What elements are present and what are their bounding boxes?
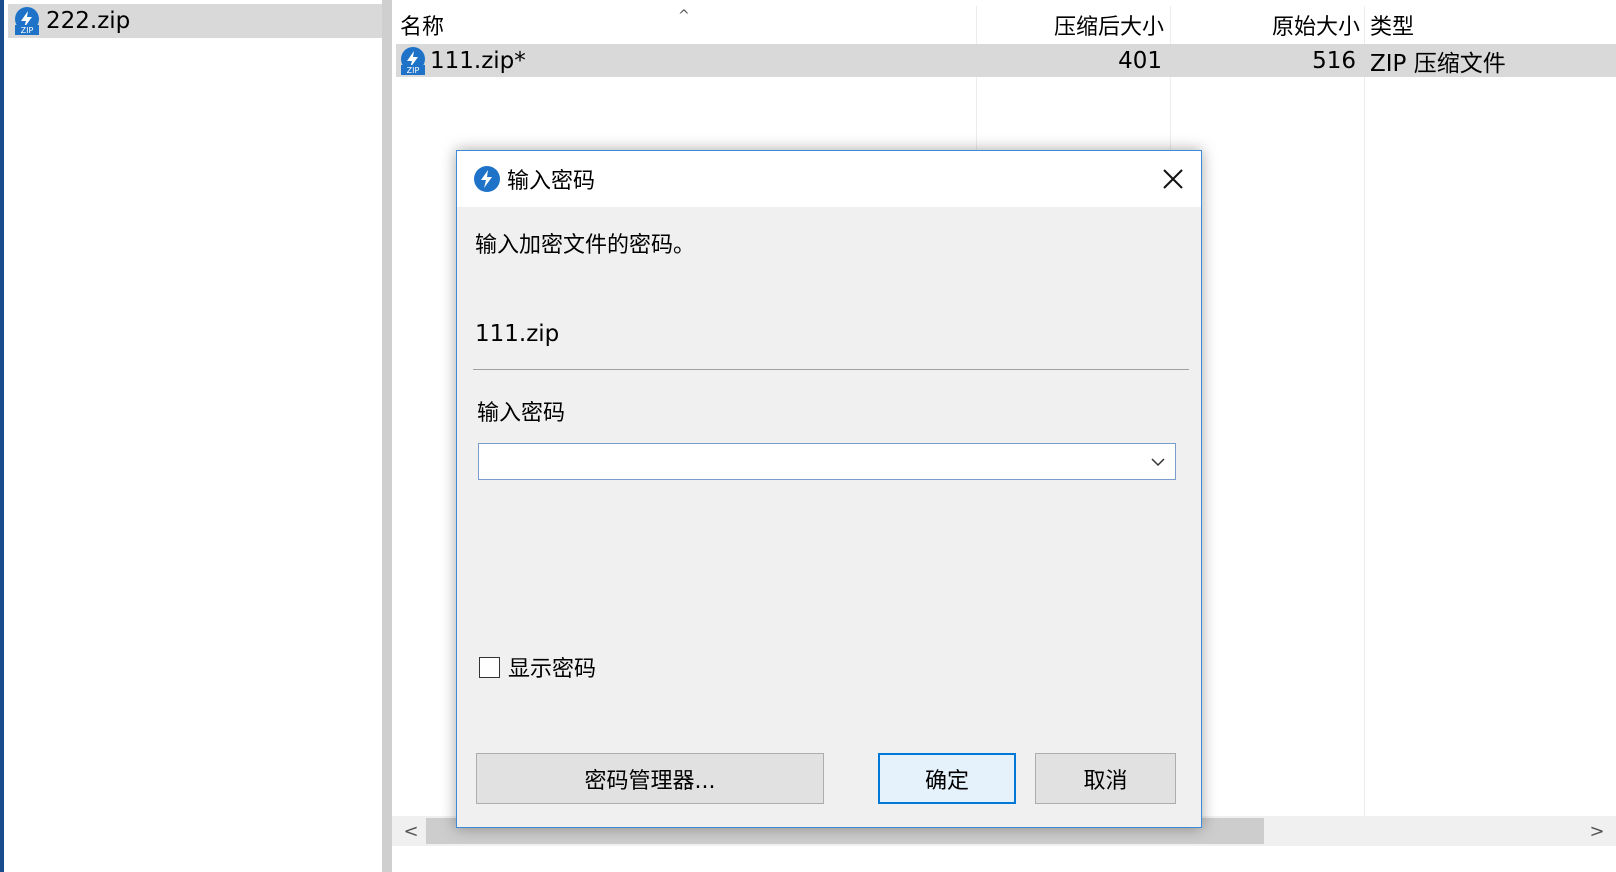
password-field-label: 输入密码 xyxy=(477,401,566,426)
dialog-titlebar[interactable]: 输入密码 xyxy=(457,151,1201,207)
column-header-compressed-size[interactable]: 压缩后大小 xyxy=(976,6,1164,44)
password-dialog: 输入密码 输入加密文件的密码。 111.zip 输入密码 显示密码 密码管理器.… xyxy=(456,150,1202,828)
show-password-label: 显示密码 xyxy=(508,657,597,682)
cancel-button[interactable]: 取消 xyxy=(1035,753,1176,804)
column-header-name[interactable]: 名称 xyxy=(400,6,444,44)
column-header-type[interactable]: 类型 xyxy=(1370,6,1414,44)
scroll-left-arrow-icon[interactable]: < xyxy=(396,816,426,846)
archive-tree-pane: ZIP 222.zip xyxy=(4,0,382,872)
tree-item-archive[interactable]: ZIP 222.zip xyxy=(8,4,382,38)
file-type: ZIP 压缩文件 xyxy=(1370,50,1506,77)
ok-button[interactable]: 确定 xyxy=(878,753,1016,804)
divider xyxy=(473,369,1189,370)
tree-item-label: 222.zip xyxy=(46,8,131,34)
file-compressed-size: 401 xyxy=(1118,47,1162,74)
chevron-down-icon[interactable] xyxy=(1145,448,1171,476)
show-password-option[interactable]: 显示密码 xyxy=(479,651,596,683)
close-icon[interactable] xyxy=(1149,155,1197,203)
list-header: 名称 ^ 压缩后大小 原始大小 类型 xyxy=(392,6,1616,44)
dialog-prompt: 输入加密文件的密码。 xyxy=(475,233,696,258)
password-input[interactable] xyxy=(485,448,1129,477)
svg-text:ZIP: ZIP xyxy=(407,66,420,75)
file-name-cell: ZIP 111.zip* xyxy=(396,44,526,77)
column-header-original-size[interactable]: 原始大小 xyxy=(1170,6,1360,44)
sort-ascending-icon: ^ xyxy=(678,8,690,24)
password-combobox[interactable] xyxy=(478,443,1176,480)
bandizip-app-icon xyxy=(473,165,501,193)
svg-text:ZIP: ZIP xyxy=(21,26,34,35)
zip-file-icon: ZIP xyxy=(12,6,42,36)
dialog-title: 输入密码 xyxy=(507,169,596,194)
zip-file-icon: ZIP xyxy=(398,46,428,76)
column-separator xyxy=(1364,6,1365,816)
encrypted-file-name: 111.zip xyxy=(475,321,560,347)
file-name: 111.zip* xyxy=(430,47,526,74)
password-manager-button[interactable]: 密码管理器... xyxy=(476,753,824,804)
scroll-right-arrow-icon[interactable]: > xyxy=(1582,816,1612,846)
pane-splitter[interactable] xyxy=(382,0,392,872)
file-original-size: 516 xyxy=(1312,47,1356,74)
status-strip xyxy=(392,846,1616,872)
file-row[interactable]: ZIP 111.zip* 401 516 ZIP 压缩文件 xyxy=(396,44,1616,77)
show-password-checkbox[interactable] xyxy=(479,656,500,678)
